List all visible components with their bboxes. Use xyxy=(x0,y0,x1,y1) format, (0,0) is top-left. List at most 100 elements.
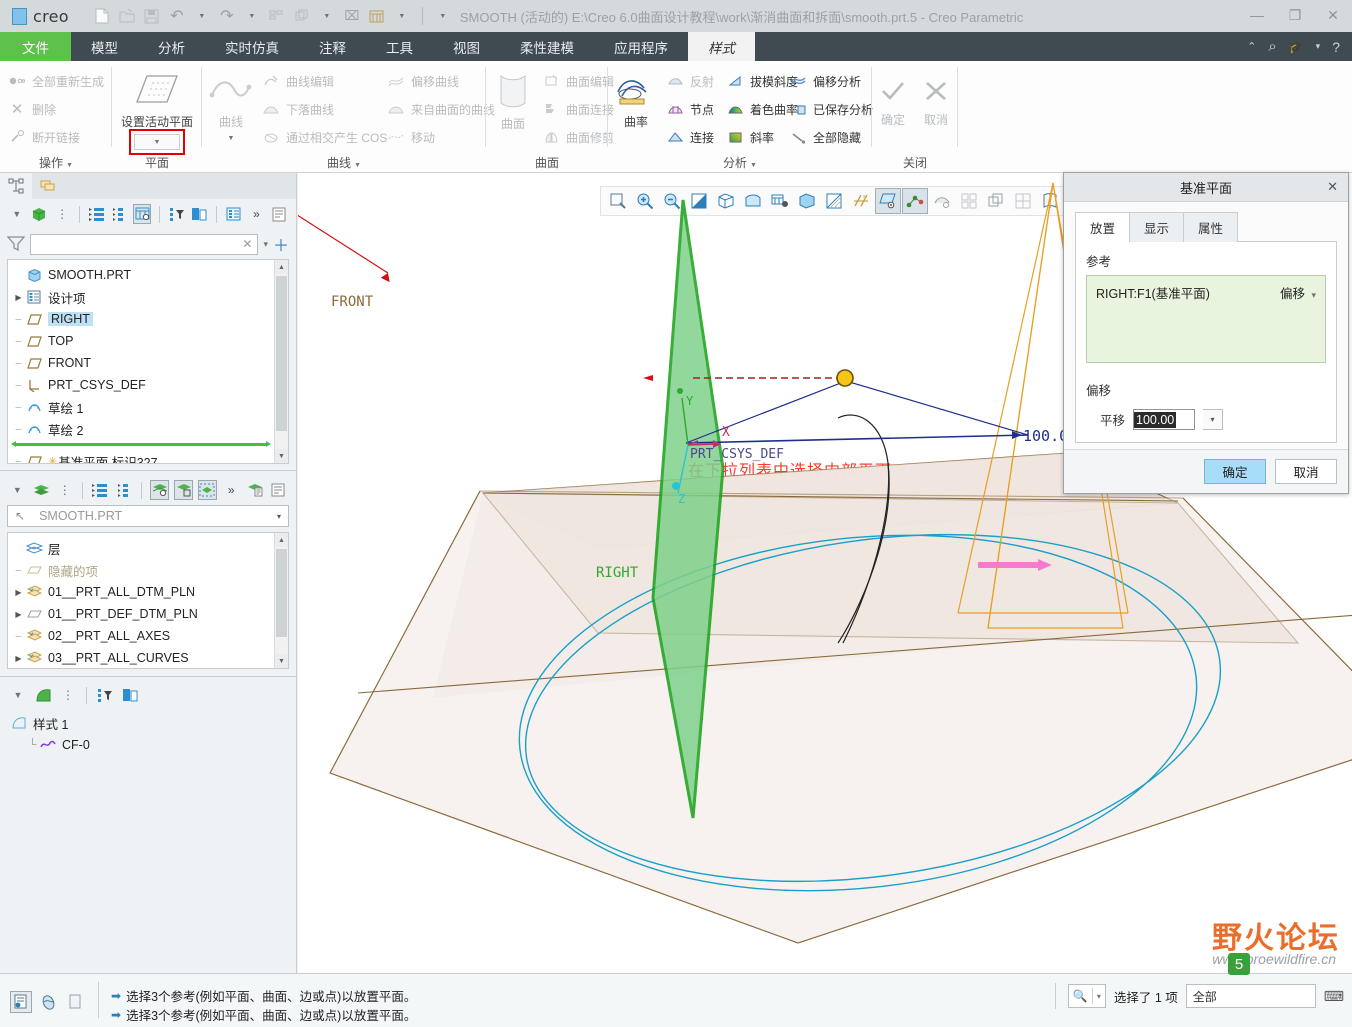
ribbon-item-drop-curve[interactable]: 下落曲线 xyxy=(262,95,334,123)
layer-row-hidden-items[interactable]: ─ 隐藏的项 xyxy=(12,559,288,581)
tree-row-right[interactable]: ─ RIGHT xyxy=(12,308,288,330)
reference-constraint-dropdown[interactable]: 偏移 ▾ xyxy=(1280,283,1316,302)
translate-dropdown-icon[interactable]: ▾ xyxy=(1203,409,1224,430)
layer-tree[interactable]: 层 ─ 隐藏的项 ▶ 01__PRT_ALL_DTM_PLN ▶ 01__PRT… xyxy=(7,532,289,669)
scrollbar-thumb[interactable] xyxy=(276,276,287,431)
display-dropdown-icon[interactable]: ▼ xyxy=(391,5,413,27)
tree-row-front[interactable]: ─ FRONT xyxy=(12,352,288,374)
ribbon-item-hide-all[interactable]: 全部隐藏 xyxy=(789,123,861,151)
undo-icon[interactable]: ↶ xyxy=(166,5,188,27)
style-row-style1[interactable]: 样式 1 xyxy=(10,712,296,734)
ribbon-item-surface-edit[interactable]: 曲面编辑 xyxy=(542,67,614,95)
style-row-cf0[interactable]: └ CF-0 xyxy=(10,734,296,756)
set-active-plane-button[interactable]: 设置活动平面 ▼ xyxy=(121,67,193,155)
scroll-down-icon[interactable]: ▼ xyxy=(275,654,288,668)
expand-arrow-icon[interactable]: ▶ xyxy=(12,654,25,663)
tree-row-design-items[interactable]: ▶ 设计项 xyxy=(12,286,288,308)
layer-isolate-icon[interactable] xyxy=(198,480,217,500)
tree-settings-icon[interactable] xyxy=(225,204,243,224)
ribbon-tab-model[interactable]: 模型 xyxy=(71,32,138,61)
model-tree-scrollbar[interactable]: ▲ ▼ xyxy=(274,260,288,463)
dialog-tab-display[interactable]: 显示 xyxy=(1129,212,1185,242)
scroll-up-icon[interactable]: ▲ xyxy=(275,533,288,547)
filter-clear-icon[interactable]: ✕ xyxy=(242,237,252,251)
ribbon-item-draft-angle[interactable]: 拔模斜度 xyxy=(726,67,798,95)
tree-row-new-datum-plane[interactable]: ─ ✳ 基准平面 标识327 xyxy=(12,450,288,463)
ribbon-item-reflection[interactable]: 反射 xyxy=(666,67,714,95)
ribbon-item-node[interactable]: 节点 xyxy=(666,95,714,123)
ribbon-item-slope[interactable]: 斜率 xyxy=(726,123,774,151)
collapse-all-icon[interactable] xyxy=(110,204,128,224)
more-icon[interactable]: » xyxy=(248,204,266,224)
style-filter-icon[interactable] xyxy=(95,685,115,705)
ribbon-tab-file[interactable]: 文件 xyxy=(0,32,71,61)
model-tree[interactable]: SMOOTH.PRT ▶ 设计项 ─ RIGHT ─ TOP ─ FRONT ─… xyxy=(7,259,289,464)
selection-filter-select[interactable]: 全部 xyxy=(1185,984,1316,1008)
reference-item[interactable]: RIGHT:F1(基准平面) xyxy=(1096,283,1210,302)
ribbon-item-move[interactable]: 移动 xyxy=(387,123,435,151)
ribbon-group-label-analysis[interactable]: 分析 ▼ xyxy=(608,154,872,171)
redo-icon[interactable]: ↷ xyxy=(216,5,238,27)
model-tree-menu-icon[interactable]: ▼ xyxy=(8,204,26,224)
filter-add-icon[interactable]: ＋ xyxy=(273,232,289,256)
layer-props-icon[interactable] xyxy=(269,480,288,500)
qat-overflow-icon[interactable]: ▼ xyxy=(432,5,454,27)
ribbon-tab-applications[interactable]: 应用程序 xyxy=(594,32,688,61)
expand-all-icon[interactable] xyxy=(88,204,106,224)
dialog-tab-placement[interactable]: 放置 xyxy=(1075,212,1131,242)
surface-button[interactable]: 曲面 xyxy=(488,69,538,132)
layer-row-all-dtm-pln[interactable]: ▶ 01__PRT_ALL_DTM_PLN xyxy=(12,581,288,603)
ribbon-item-cos-intersect[interactable]: 通过相交产生 COS xyxy=(262,123,387,151)
ribbon-item-connect[interactable]: 连接 xyxy=(666,123,714,151)
ribbon-tab-view[interactable]: 视图 xyxy=(433,32,500,61)
ribbon-item-curve-edit[interactable]: 曲线编辑 xyxy=(262,67,334,95)
layer-hide-icon[interactable] xyxy=(174,480,194,500)
ribbon-tab-tools[interactable]: 工具 xyxy=(366,32,433,61)
ribbon-item-curve-from-surface[interactable]: 来自曲面的曲线 xyxy=(387,95,495,123)
style-tree[interactable]: 样式 1 └ CF-0 xyxy=(0,710,296,756)
curve-button[interactable]: 曲线 ▼ xyxy=(204,67,258,142)
search-dropdown-icon[interactable]: ▾ xyxy=(1097,992,1101,1001)
style-copy-icon[interactable] xyxy=(120,685,140,705)
window-icon[interactable] xyxy=(291,5,313,27)
ribbon-item-saved-analysis[interactable]: 已保存分析 xyxy=(789,95,873,123)
chevron-down-icon[interactable]: ▾ xyxy=(1316,41,1321,52)
globe-icon[interactable] xyxy=(37,991,59,1013)
tree-row-root[interactable]: SMOOTH.PRT xyxy=(12,264,288,286)
open-icon[interactable] xyxy=(116,5,138,27)
tree-row-csys[interactable]: ─ PRT_CSYS_DEF xyxy=(12,374,288,396)
layer-row-all-curves[interactable]: ▶ 03__PRT_ALL_CURVES xyxy=(12,647,288,668)
layers-stack-icon[interactable] xyxy=(32,480,51,500)
model-tree-tab[interactable] xyxy=(0,173,32,199)
layer-tree-scrollbar[interactable]: ▲ ▼ xyxy=(274,533,288,668)
ribbon-tab-realtime-sim[interactable]: 实时仿真 xyxy=(205,32,299,61)
ribbon-item-regenerate-all[interactable]: 全部重新生成 xyxy=(8,67,104,95)
search-icon[interactable]: 🔍 xyxy=(1073,989,1088,1003)
ribbon-tab-analysis[interactable]: 分析 xyxy=(138,32,205,61)
tree-options-icon[interactable]: ⋮ xyxy=(53,204,71,224)
ribbon-item-delete[interactable]: ✕ 删除 xyxy=(8,95,56,123)
expand-arrow-icon[interactable]: ▶ xyxy=(12,610,25,619)
layer-tree-root[interactable]: 层 xyxy=(12,537,288,559)
ribbon-tab-flexible-modeling[interactable]: 柔性建模 xyxy=(500,32,594,61)
scroll-down-icon[interactable]: ▼ xyxy=(275,449,288,463)
cancel-button[interactable]: 取消 xyxy=(915,71,957,128)
filter-dropdown-icon[interactable]: ▾ xyxy=(263,239,268,250)
ribbon-item-offset-curve[interactable]: 偏移曲线 xyxy=(387,67,459,95)
redo-dropdown-icon[interactable]: ▼ xyxy=(241,5,263,27)
layer-menu-icon[interactable]: ▼ xyxy=(8,480,27,500)
scrollbar-thumb[interactable] xyxy=(276,549,287,637)
sheet-icon[interactable] xyxy=(64,991,86,1013)
tree-row-sketch2[interactable]: ─ 草绘 2 xyxy=(12,418,288,440)
undo-dropdown-icon[interactable]: ▼ xyxy=(191,5,213,27)
display-settings-icon[interactable] xyxy=(366,5,388,27)
style-surface-icon[interactable] xyxy=(33,685,53,705)
help-icon[interactable]: ? xyxy=(1332,39,1340,55)
new-icon[interactable] xyxy=(91,5,113,27)
layer-show-icon[interactable] xyxy=(150,480,170,500)
ribbon-item-offset-analysis[interactable]: 偏移分析 xyxy=(789,67,861,95)
dialog-ok-button[interactable]: 确定 xyxy=(1204,459,1266,484)
close-window-icon[interactable]: ⌧ xyxy=(341,5,363,27)
layer-options-icon[interactable]: ⋮ xyxy=(55,480,74,500)
regenerate-icon[interactable] xyxy=(266,5,288,27)
